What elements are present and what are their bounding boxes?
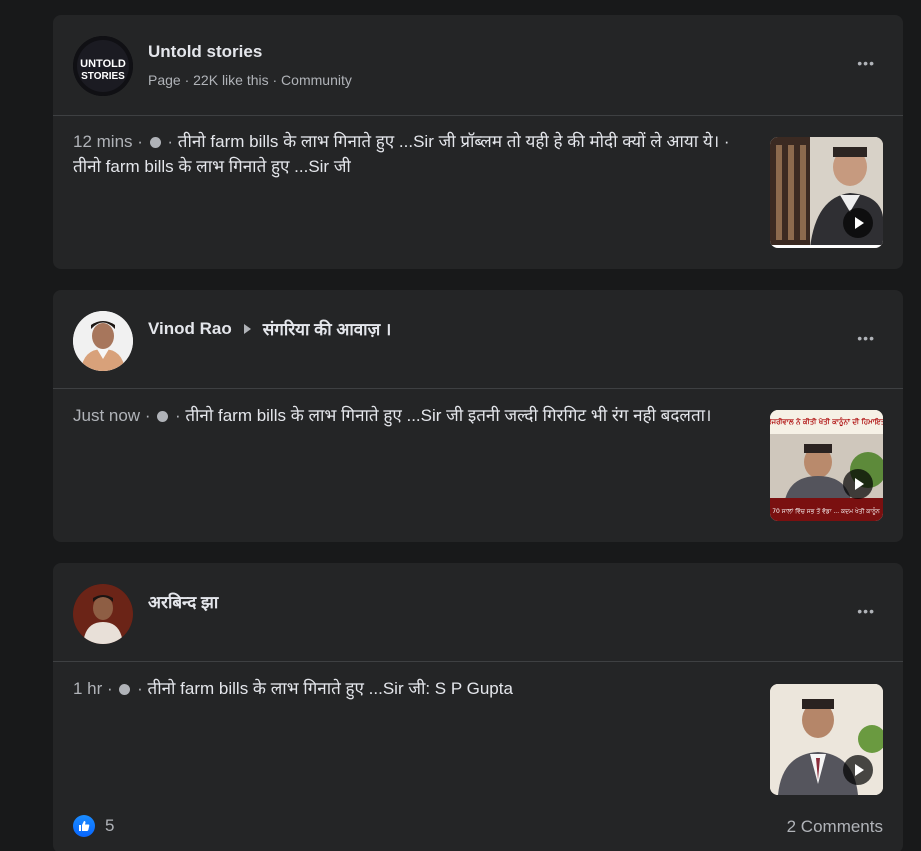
post-text: 1 hr · · तीनो farm bills के लाभ गिनाते ह…: [73, 679, 513, 698]
page-info: Page · 22K like this · Community: [148, 72, 352, 88]
more-options-button[interactable]: •••: [857, 55, 875, 71]
like-count: 5: [105, 816, 115, 835]
post-text: 12 mins · · तीनो farm bills के लाभ गिनात…: [73, 132, 730, 176]
post-card: अरबिन्द झा ••• 1 hr · · तीनो farm bills …: [53, 563, 903, 851]
post-header: Vinod Rao संगरिया की आवाज़ । •••: [53, 290, 903, 390]
more-options-button[interactable]: •••: [857, 330, 875, 346]
group-name[interactable]: संगरिया की आवाज़ ।: [263, 317, 392, 340]
post-card: Vinod Rao संगरिया की आवाज़ । ••• Just no…: [53, 290, 903, 542]
more-options-button[interactable]: •••: [857, 603, 875, 619]
post-header: अरबिन्द झा •••: [53, 563, 903, 663]
arrow-right-icon: [243, 323, 251, 334]
video-thumbnail[interactable]: ਕੇਜਰੀਵਾਲ ਨੇ ਕੀਤੀ ਖੇਤੀ ਕਾਨੂੰਨਾਂ ਦੀ ਹਿਮਾਇਤ…: [770, 410, 883, 521]
avatar-logo-line2: STORIES: [81, 71, 125, 82]
play-icon: [843, 208, 873, 238]
avatar[interactable]: [73, 311, 133, 371]
author-name[interactable]: Vinod Rao: [148, 319, 232, 339]
divider: [53, 388, 903, 389]
thumbnail-caption-bottom: 70 ਸਾਲਾਂ ਵਿੱਚ ਸਭ ਤੋਂ ਵੱਡਾ ... ਕਦਮ ਖੇਤੀ ਕ…: [772, 507, 880, 515]
post-content: तीनो farm bills के लाभ गिनाते हुए ...Sir…: [147, 679, 513, 698]
divider: [53, 115, 903, 116]
post-text: Just now · · तीनो farm bills के लाभ गिना…: [73, 406, 712, 425]
video-thumbnail[interactable]: [770, 684, 883, 795]
news-feed: UNTOLD STORIES Untold stories Page · 22K…: [0, 0, 921, 851]
author-name[interactable]: Untold stories: [148, 42, 262, 62]
post-time[interactable]: 1 hr: [73, 679, 102, 698]
reaction-bar[interactable]: 5: [73, 815, 114, 837]
avatar-logo-line1: UNTOLD: [80, 58, 126, 70]
thumbnail-caption-top: ਕੇਜਰੀਵਾਲ ਨੇ ਕੀਤੀ ਖੇਤੀ ਕਾਨੂੰਨਾਂ ਦੀ ਹਿਮਾਇਤ: [770, 417, 883, 427]
author-name[interactable]: अरबिन्द झा: [148, 590, 218, 613]
like-icon: [73, 815, 95, 837]
globe-icon: [119, 684, 131, 695]
post-time[interactable]: 12 mins: [73, 132, 133, 151]
video-thumbnail[interactable]: [770, 137, 883, 248]
post-card: UNTOLD STORIES Untold stories Page · 22K…: [53, 15, 903, 269]
play-icon: [843, 755, 873, 785]
divider: [53, 661, 903, 662]
avatar[interactable]: [73, 584, 133, 644]
post-content: तीनो farm bills के लाभ गिनाते हुए ...Sir…: [185, 406, 712, 425]
globe-icon: [149, 137, 161, 148]
post-header: UNTOLD STORIES Untold stories Page · 22K…: [53, 15, 903, 115]
comments-link[interactable]: 2 Comments: [787, 817, 883, 837]
post-time[interactable]: Just now: [73, 406, 140, 425]
play-icon: [843, 469, 873, 499]
globe-icon: [157, 411, 169, 422]
avatar[interactable]: UNTOLD STORIES: [73, 36, 133, 96]
